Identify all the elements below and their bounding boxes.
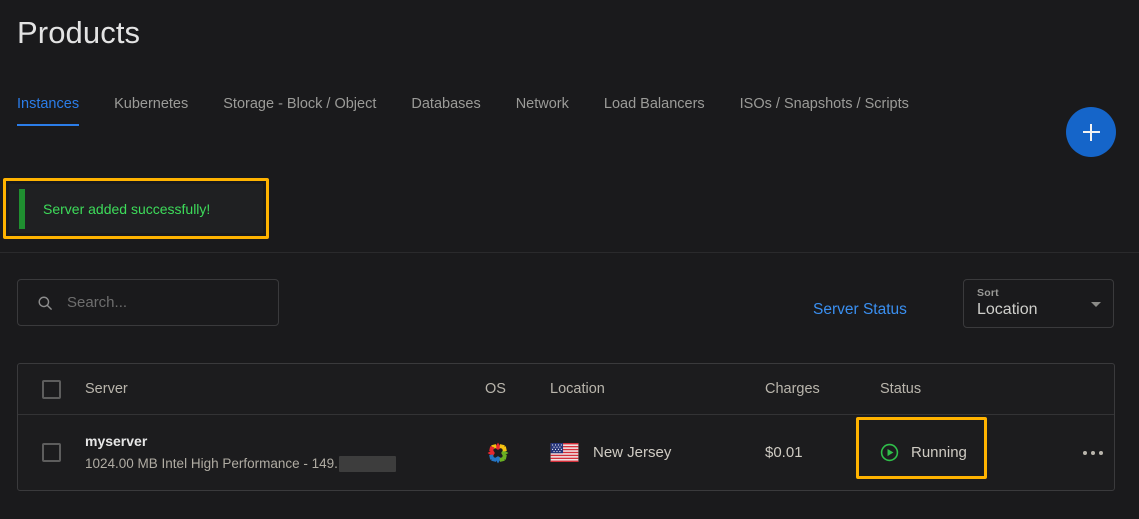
sort-value: Location: [977, 301, 1038, 318]
row-select-cell: [18, 443, 85, 462]
status-badge[interactable]: Running: [880, 443, 1075, 462]
centos-logo-icon: [487, 442, 509, 463]
tab-network[interactable]: Network: [516, 95, 569, 126]
table-header-row: Server OS Location Charges Status: [18, 364, 1114, 414]
products-page: Products Instances Kubernetes Storage - …: [0, 0, 1139, 519]
charges-value: $0.01: [765, 443, 803, 461]
instances-table: Server OS Location Charges Status myserv…: [17, 363, 1115, 491]
status-label: Running: [911, 444, 967, 461]
tab-storage-block-object[interactable]: Storage - Block / Object: [223, 95, 376, 126]
redacted-ip-block: [338, 456, 396, 472]
page-title: Products: [17, 15, 141, 50]
server-name[interactable]: myserver: [85, 433, 485, 450]
server-spec-text: 1024.00 MB Intel High Performance - 149.: [85, 456, 338, 471]
kebab-dot-2: [1091, 450, 1095, 455]
kebab-menu-icon[interactable]: [1079, 445, 1107, 461]
status-cell: Running: [856, 417, 1075, 479]
add-instance-button[interactable]: [1066, 107, 1116, 157]
location-cell: New Jersey: [550, 443, 765, 462]
column-header-charges[interactable]: Charges: [765, 381, 880, 397]
column-header-location[interactable]: Location: [550, 381, 765, 397]
chevron-down-icon[interactable]: [1091, 302, 1101, 307]
tab-bar: Instances Kubernetes Storage - Block / O…: [17, 95, 944, 126]
toast-highlight-box: Server added successfully!: [3, 178, 269, 239]
search-icon: [38, 296, 52, 310]
tab-instances[interactable]: Instances: [17, 95, 80, 126]
charges-cell: $0.01: [765, 444, 880, 462]
server-status-link[interactable]: Server Status: [813, 301, 907, 319]
success-toast: Server added successfully!: [9, 184, 263, 233]
table-row[interactable]: myserver 1024.00 MB Intel High Performan…: [18, 414, 1114, 490]
select-all-checkbox[interactable]: [42, 379, 61, 399]
location-name: New Jersey: [593, 444, 672, 461]
sort-label: Sort: [977, 287, 999, 299]
section-divider: [0, 252, 1139, 253]
toast-accent-bar: [19, 188, 25, 229]
sort-select[interactable]: Sort Location: [963, 279, 1114, 328]
plus-icon-vertical: [1090, 123, 1092, 141]
tab-isos-snapshots-scripts[interactable]: ISOs / Snapshots / Scripts: [740, 95, 909, 126]
kebab-dot-1: [1083, 450, 1087, 455]
column-header-status[interactable]: Status: [880, 381, 1075, 397]
row-menu-cell: [1075, 445, 1114, 461]
search-input[interactable]: [67, 294, 278, 311]
row-checkbox[interactable]: [42, 443, 61, 462]
play-circle-icon: [880, 443, 899, 462]
server-cell: myserver 1024.00 MB Intel High Performan…: [85, 433, 485, 472]
server-spec-line: 1024.00 MB Intel High Performance - 149.: [85, 456, 485, 472]
kebab-dot-3: [1099, 450, 1103, 455]
column-header-os[interactable]: OS: [485, 381, 550, 397]
search-box[interactable]: [17, 279, 279, 326]
tab-load-balancers[interactable]: Load Balancers: [604, 95, 705, 126]
tab-databases[interactable]: Databases: [411, 95, 480, 126]
header-select-all-cell: [18, 379, 85, 399]
column-header-server[interactable]: Server: [85, 381, 485, 397]
tab-kubernetes[interactable]: Kubernetes: [114, 95, 188, 126]
os-cell: [485, 440, 550, 466]
us-flag-icon: [550, 443, 579, 462]
toast-message: Server added successfully!: [43, 200, 211, 217]
